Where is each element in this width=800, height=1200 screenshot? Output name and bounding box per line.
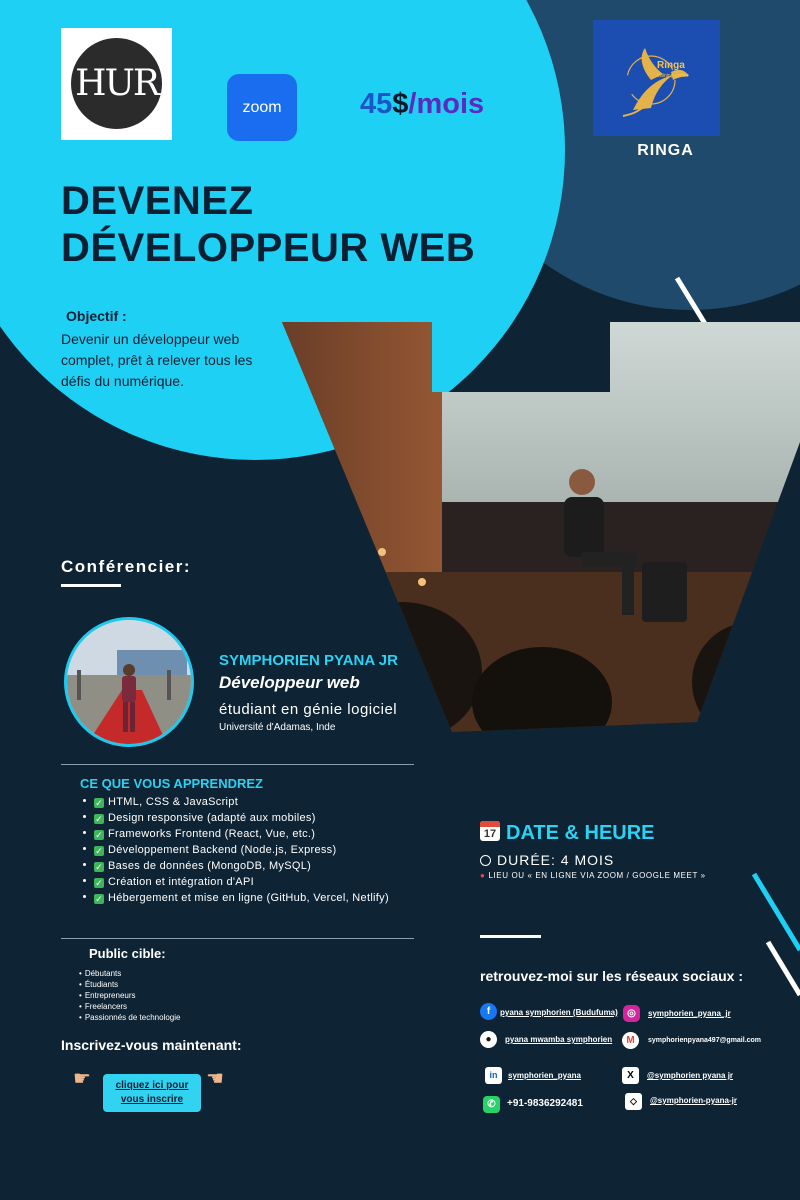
learn-title: CE QUE VOUS APPRENDREZ — [80, 776, 263, 791]
signup-button-line1: cliquez ici pour — [115, 1080, 189, 1091]
price-amount: 45 — [360, 88, 393, 120]
price: 45$/mois — [360, 86, 484, 122]
hero-title-line2: DÉVELOPPEUR WEB — [61, 226, 476, 270]
linkedin-link[interactable]: symphorien_pyana — [508, 1071, 581, 1080]
check-icon: ✓ — [94, 878, 104, 888]
section-underline — [61, 584, 121, 587]
social-title: retrouvez-moi sur les réseaux sociaux : — [480, 968, 743, 984]
x-icon: X — [622, 1067, 639, 1084]
whatsapp-icon: ✆ — [483, 1096, 500, 1113]
public-item: Entrepreneurs — [79, 990, 180, 1001]
facebook-icon: f — [480, 1003, 497, 1020]
linkedin-icon: in — [485, 1067, 502, 1084]
github-icon: ● — [480, 1031, 497, 1048]
zoom-logo: zoom — [227, 74, 297, 141]
ringa-label: RINGA — [637, 142, 694, 159]
divider — [61, 764, 414, 765]
speaker-section-label: Conférencier: — [61, 557, 192, 576]
whatsapp-number[interactable]: +91-9836292481 — [507, 1098, 583, 1109]
github-link[interactable]: pyana mwamba symphorien — [505, 1035, 612, 1044]
signup-button[interactable]: cliquez ici pour vous inscrire — [103, 1074, 201, 1112]
ringa-logo-sub: training center — [657, 73, 689, 79]
learn-item: ✓ Développement Backend (Node.js, Express… — [83, 842, 389, 858]
ringa-logo-text: Ringa — [657, 60, 685, 71]
check-icon: ✓ — [94, 798, 104, 808]
learn-item: ✓ Frameworks Frontend (React, Vue, etc.) — [83, 826, 389, 842]
speaker-status: étudiant en génie logiciel — [219, 701, 398, 718]
conference-photo — [282, 322, 800, 732]
signup-title: Inscrivez-vous maintenant: — [61, 1037, 242, 1053]
pointing-hand-left-icon: ☛ — [206, 1068, 224, 1090]
price-currency: $ — [392, 88, 409, 120]
public-item: Freelancers — [79, 1001, 180, 1012]
hero-title: DEVENEZ DÉVELOPPEUR WEB — [61, 178, 475, 272]
divider — [61, 938, 414, 939]
pointing-hand-right-icon: ☛ — [73, 1068, 91, 1090]
public-item: Passionnés de technologie — [79, 1012, 181, 1023]
public-title: Public cible: — [89, 946, 166, 961]
hr-logo-text: HUR — [75, 63, 160, 104]
speaker-role: Développeur web — [219, 673, 360, 692]
ringa-logo: Ringa training center — [593, 20, 720, 136]
check-icon: ✓ — [94, 814, 104, 824]
public-item: Débutants — [79, 968, 180, 979]
hr-logo: HUR — [61, 28, 172, 140]
instagram-icon: ◎ — [623, 1005, 640, 1022]
public-list: Débutants Étudiants Entrepreneurs Freela… — [79, 968, 181, 1023]
learn-item: ✓ HTML, CSS & JavaScript — [83, 794, 389, 810]
learn-list: ✓ HTML, CSS & JavaScript ✓ Design responsi… — [83, 794, 389, 906]
clock-icon — [480, 855, 491, 866]
location: ● LIEU OU « EN LIGNE VIA ZOOM / GOOGLE ME… — [480, 871, 706, 880]
check-icon: ✓ — [94, 846, 104, 856]
check-icon: ✓ — [94, 894, 104, 904]
learn-item: ✓ Création et intégration d'API — [83, 874, 389, 890]
date-title: 17 DATE & HEURE — [480, 821, 655, 845]
codepen-link[interactable]: @symphorien-pyana-jr — [650, 1096, 737, 1105]
facebook-link[interactable]: pyana symphorien (Budufuma) — [500, 1008, 618, 1017]
speaker-name: SYMPHORIEN PYANA JR — [219, 652, 398, 669]
learn-item: ✓ Bases de données (MongoDB, MySQL) — [83, 858, 389, 874]
pin-icon: ● — [480, 871, 486, 880]
calendar-icon: 17 — [480, 821, 500, 841]
instagram-link[interactable]: symphorien_pyana_jr — [648, 1009, 731, 1018]
gmail-icon: M — [622, 1032, 639, 1049]
hero-title-line1: DEVENEZ — [61, 179, 254, 223]
learn-item: ✓ Design responsive (adapté aux mobiles) — [83, 810, 389, 826]
objective-text: Devenir un développeur web complet, prêt… — [61, 331, 253, 389]
public-item: Étudiants — [79, 979, 180, 990]
check-icon: ✓ — [94, 830, 104, 840]
check-icon: ✓ — [94, 862, 104, 872]
speaker-avatar — [64, 617, 194, 747]
gmail-address[interactable]: symphorienpyana497@gmail.com — [648, 1037, 761, 1044]
price-period: /mois — [408, 88, 485, 120]
learn-item: ✓ Hébergement et mise en ligne (GitHub, V… — [83, 890, 389, 906]
section-underline — [480, 935, 541, 938]
objective-label: Objectif : — [66, 308, 127, 324]
x-link[interactable]: @symphorien pyana jr — [647, 1071, 733, 1080]
signup-button-line2: vous inscrire — [120, 1094, 184, 1105]
codepen-icon: ◇ — [625, 1093, 642, 1110]
duration: DURÉE: 4 MOIS — [480, 852, 614, 868]
speaker-university: Université d'Adamas, Inde — [219, 722, 336, 733]
